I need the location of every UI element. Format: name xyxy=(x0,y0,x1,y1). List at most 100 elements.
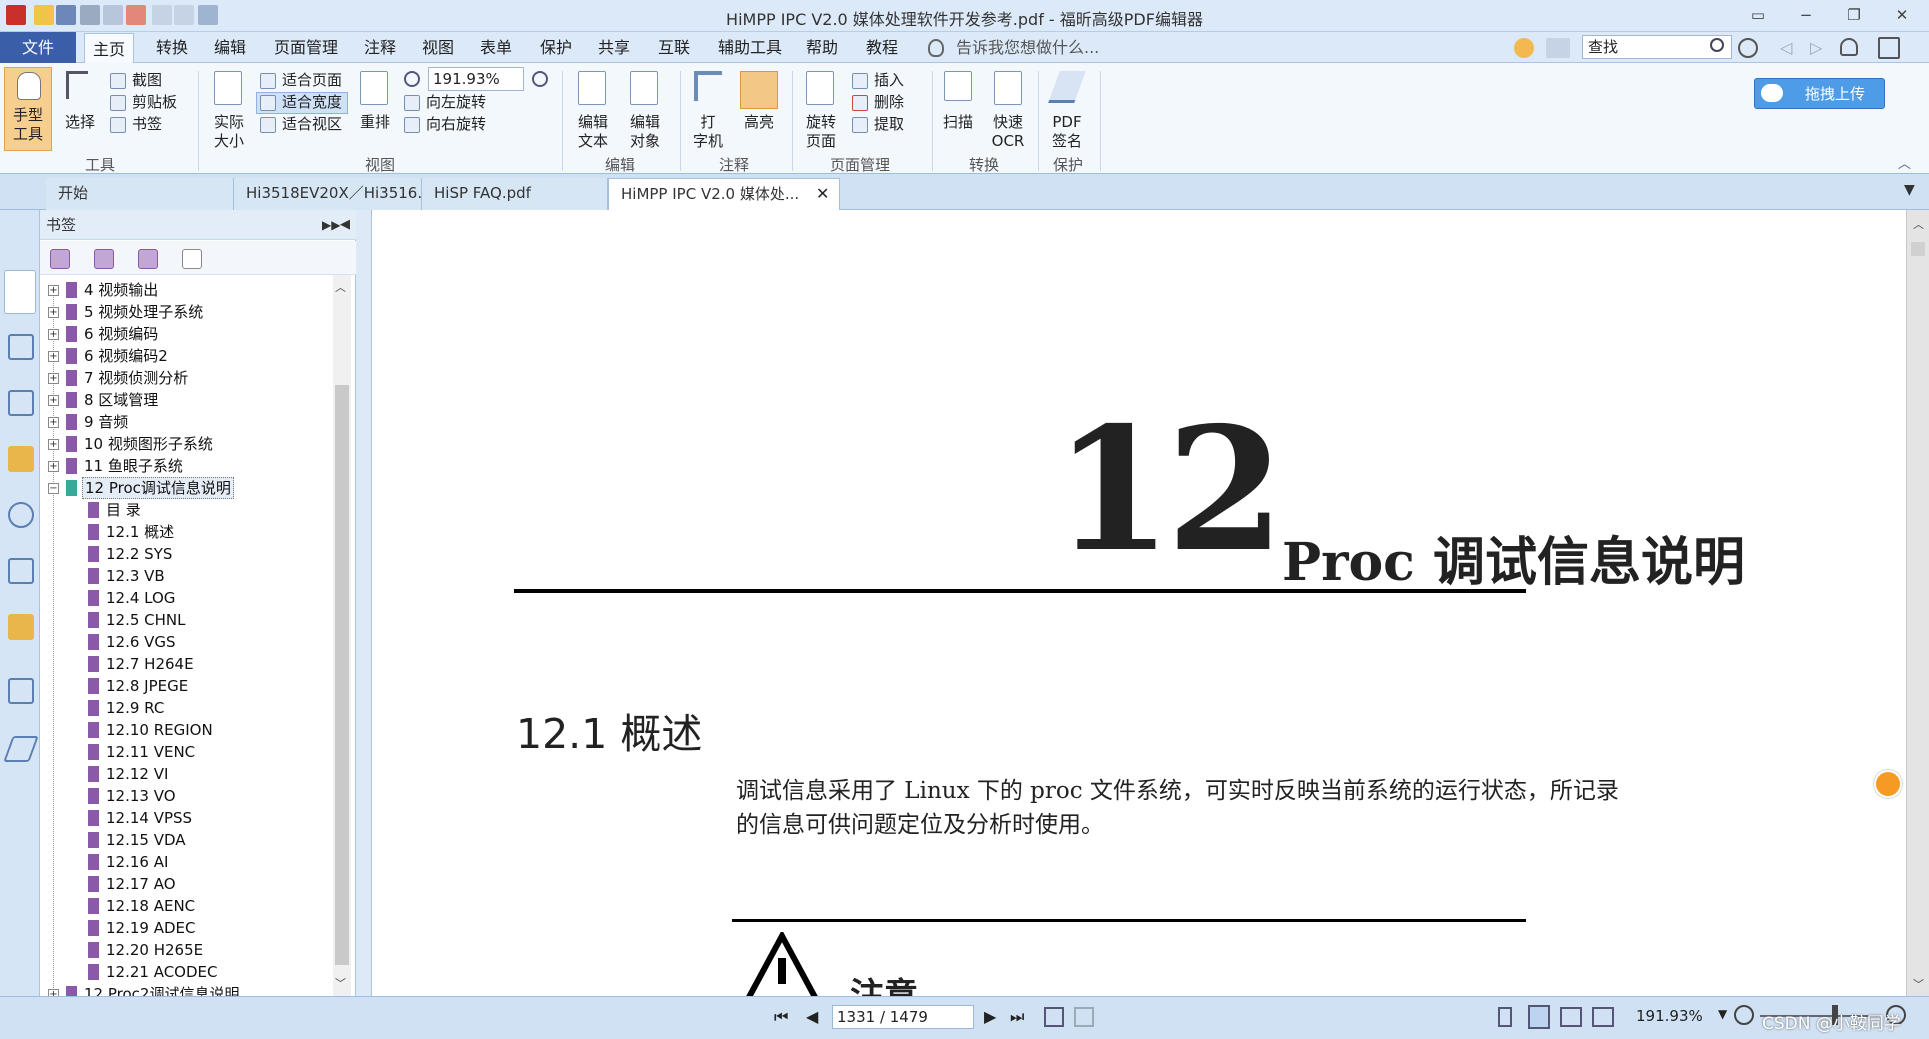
scroll-down-icon[interactable]: ﹀ xyxy=(1913,976,1924,992)
reflow-button[interactable]: 重排 xyxy=(354,67,396,151)
expand-toggle-icon[interactable]: + xyxy=(48,373,59,384)
gear-icon[interactable] xyxy=(1738,38,1758,58)
bookmark-item[interactable]: 12.7 H264E xyxy=(40,653,330,675)
insert-button[interactable]: 插入 xyxy=(874,71,904,90)
document-scrollbar[interactable]: ︿ ﹀ xyxy=(1906,210,1929,996)
collapse-ribbon-icon[interactable]: ︿ xyxy=(1898,153,1911,172)
expand-toggle-icon[interactable]: + xyxy=(48,395,59,406)
lock-icon[interactable] xyxy=(8,614,34,640)
search-options-icon[interactable] xyxy=(1546,38,1570,58)
tab-hi3518[interactable]: Hi3518EV20X／Hi3516... xyxy=(234,178,422,210)
bookmark-item[interactable]: 12.5 CHNL xyxy=(40,609,330,631)
delete-button[interactable]: 删除 xyxy=(874,93,904,112)
heart-icon[interactable] xyxy=(1514,38,1534,58)
bookmark-item[interactable]: 12.16 AI xyxy=(40,851,330,873)
bookmark-item[interactable]: 12.2 SYS xyxy=(40,543,330,565)
expand-toggle-icon[interactable]: + xyxy=(48,351,59,362)
scroll-thumb[interactable] xyxy=(1911,242,1925,256)
tell-me-box[interactable]: 告诉我您想做什么... xyxy=(948,32,1107,63)
expand-toggle-icon[interactable]: + xyxy=(48,439,59,450)
bookmark-item[interactable]: +7 视频侦测分析 xyxy=(40,367,330,389)
bookmark-item[interactable]: 12.12 VI xyxy=(40,763,330,785)
add-bookmark-icon[interactable] xyxy=(94,249,114,269)
bookmark-item[interactable]: 12.10 REGION xyxy=(40,719,330,741)
bookmark-item[interactable]: 12.9 RC xyxy=(40,697,330,719)
expand-toggle-icon[interactable]: + xyxy=(48,461,59,472)
ribbon-display-button[interactable]: ▭ xyxy=(1735,2,1781,28)
menu-comment[interactable]: 注释 xyxy=(356,32,404,63)
rotate-left-button[interactable]: 向左旋转 xyxy=(426,93,486,112)
typewriter-button[interactable]: 打 字机 xyxy=(686,67,730,151)
bookmark-item[interactable]: +11 鱼眼子系统 xyxy=(40,455,330,477)
bookmark-item[interactable]: +5 视频处理子系统 xyxy=(40,301,330,323)
bookmark-options-icon[interactable] xyxy=(182,249,202,269)
menu-connect[interactable]: 互联 xyxy=(650,32,698,63)
bookmark-item[interactable]: 12.1 概述 xyxy=(40,521,330,543)
edit-text-button[interactable]: 编辑 文本 xyxy=(570,67,616,151)
menu-protect[interactable]: 保护 xyxy=(532,32,580,63)
menu-convert[interactable]: 转换 xyxy=(148,32,196,63)
expand-toggle-icon[interactable]: + xyxy=(48,285,59,296)
edit-object-button[interactable]: 编辑 对象 xyxy=(620,67,670,151)
prev-icon[interactable]: ◁ xyxy=(1780,38,1792,57)
collapse-panel-icon[interactable]: ◀ xyxy=(340,217,350,232)
tools-panel-icon[interactable] xyxy=(3,736,39,762)
actual-size-button[interactable]: 实际 大小 xyxy=(206,67,252,151)
delete-bookmark-icon[interactable] xyxy=(50,249,70,269)
collapse-toggle-icon[interactable]: − xyxy=(48,483,59,494)
bookmark-item[interactable]: 12.15 VDA xyxy=(40,829,330,851)
find-bookmark-icon[interactable] xyxy=(138,249,158,269)
scroll-down-icon[interactable]: ﹀ xyxy=(335,975,346,991)
fit-page-button[interactable]: 适合页面 xyxy=(282,71,342,90)
bookmark-item[interactable]: 12.4 LOG xyxy=(40,587,330,609)
scroll-up-icon[interactable]: ︿ xyxy=(1913,216,1924,232)
account-icon[interactable] xyxy=(1878,37,1900,59)
highlight-button[interactable]: 高亮 xyxy=(736,67,782,151)
attachments-panel-icon[interactable] xyxy=(8,502,34,528)
next-icon[interactable]: ▷ xyxy=(1810,38,1822,57)
tab-himpp-active[interactable]: HiMPP IPC V2.0 媒体处... xyxy=(608,178,840,210)
bookmark-item[interactable]: 12.19 ADEC xyxy=(40,917,330,939)
bookmark-item[interactable]: 12.11 VENC xyxy=(40,741,330,763)
rotate-page-button[interactable]: 旋转 页面 xyxy=(796,67,846,151)
prev-page-icon[interactable]: ◀ xyxy=(806,1007,818,1026)
expand-panel-icon[interactable]: ▶▶ xyxy=(322,218,340,232)
menu-help[interactable]: 帮助 xyxy=(798,32,846,63)
bookmark-item[interactable]: +9 音频 xyxy=(40,411,330,433)
rotate-right-button[interactable]: 向右旋转 xyxy=(426,115,486,134)
close-button[interactable]: ✕ xyxy=(1879,2,1925,28)
comments-panel-icon[interactable] xyxy=(8,446,34,472)
bookmark-item[interactable]: 12.21 ACODEC xyxy=(40,961,330,983)
expand-toggle-icon[interactable]: + xyxy=(48,329,59,340)
fit-visible-button[interactable]: 适合视区 xyxy=(282,115,342,134)
prev-view-icon[interactable] xyxy=(1044,1007,1064,1027)
tab-hisp-faq[interactable]: HiSP FAQ.pdf xyxy=(422,178,608,210)
page-number-input[interactable]: 1331 / 1479 xyxy=(832,1005,974,1029)
bookmark-button[interactable]: 书签 xyxy=(132,115,162,134)
bookmark-item[interactable]: 12.8 JPEGE xyxy=(40,675,330,697)
clipboard-button[interactable]: 剪贴板 xyxy=(132,93,177,112)
screenshot-button[interactable]: 截图 xyxy=(132,71,162,90)
panel-splitter[interactable] xyxy=(356,210,372,996)
layers-panel-icon[interactable] xyxy=(8,390,34,416)
tab-start[interactable]: 开始 xyxy=(46,178,234,210)
bookmark-item[interactable]: − 12 Proc调试信息说明 xyxy=(40,477,330,499)
pages-panel-icon[interactable] xyxy=(8,334,34,360)
last-page-icon[interactable]: ⏭ xyxy=(1010,1007,1024,1027)
first-page-icon[interactable]: ⏮ xyxy=(774,1007,788,1027)
search-icon[interactable] xyxy=(1710,38,1724,52)
bookmark-item[interactable]: 目 录 xyxy=(40,499,330,521)
menu-file[interactable]: 文件 xyxy=(0,32,76,63)
menu-edit[interactable]: 编辑 xyxy=(206,32,254,63)
expand-toggle-icon[interactable]: + xyxy=(48,417,59,428)
scroll-up-icon[interactable]: ︿ xyxy=(335,279,346,295)
bookmark-item[interactable]: +12 Proc2调试信息说明 xyxy=(40,983,330,996)
bookmark-item[interactable]: 12.20 H265E xyxy=(40,939,330,961)
menu-home[interactable]: 主页 xyxy=(84,33,135,63)
single-page-icon[interactable] xyxy=(1498,1007,1512,1027)
menu-tutorial[interactable]: 教程 xyxy=(858,32,906,63)
zoom-out-icon[interactable] xyxy=(1734,1005,1754,1025)
scan-button[interactable]: 扫描 xyxy=(936,67,980,151)
quick-ocr-button[interactable]: 快速 OCR xyxy=(984,67,1032,151)
zoom-in-icon[interactable] xyxy=(532,71,548,87)
